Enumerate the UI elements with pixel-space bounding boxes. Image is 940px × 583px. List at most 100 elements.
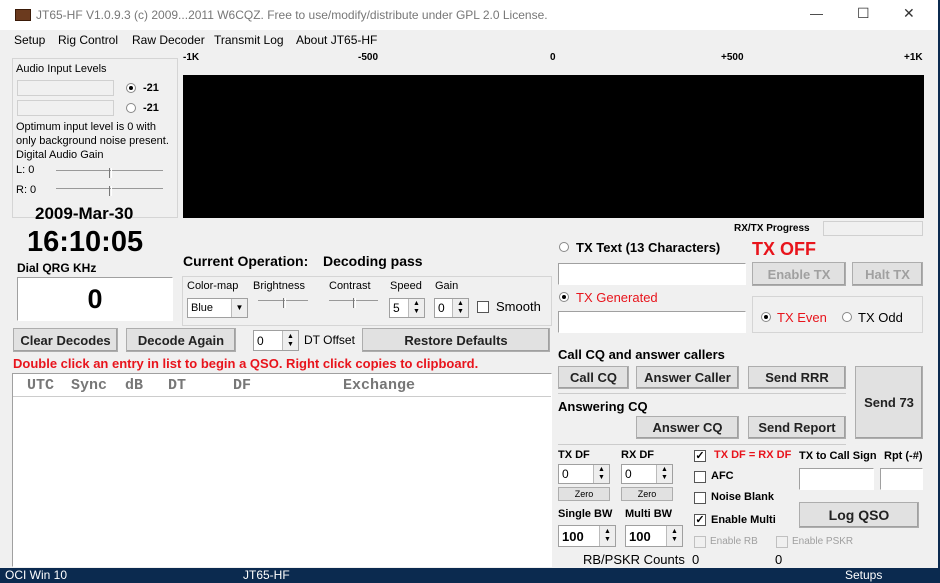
log-qso-button[interactable]: Log QSO xyxy=(799,502,919,528)
dt-offset-stepper[interactable]: 0 ▲ ▼ xyxy=(253,330,299,351)
menu-transmit-log[interactable]: Transmit Log xyxy=(214,33,284,47)
brightness-label: Brightness xyxy=(253,280,305,292)
operation-value: Decoding pass xyxy=(323,253,423,269)
spinner-arrows-icon[interactable]: ▲ ▼ xyxy=(593,465,609,483)
send-rrr-button[interactable]: Send RRR xyxy=(748,366,846,389)
answer-caller-label: Answer Caller xyxy=(644,370,731,385)
menu-setup[interactable]: Setup xyxy=(14,33,45,47)
single-bw-stepper[interactable]: 100 ▲ ▼ xyxy=(558,525,616,547)
close-button[interactable]: ✕ xyxy=(903,5,915,22)
txdf-eq-rxdf-label: TX DF = RX DF xyxy=(714,449,792,461)
colormap-select[interactable]: Blue ▼ xyxy=(187,298,248,318)
spinner-arrows-icon[interactable]: ▲ ▼ xyxy=(408,299,424,317)
answer-cq-label: Answer CQ xyxy=(652,420,723,435)
smooth-label: Smooth xyxy=(496,299,541,314)
afc-checkbox[interactable] xyxy=(694,471,706,483)
column-utc[interactable]: UTC xyxy=(27,377,54,394)
call-cq-button[interactable]: Call CQ xyxy=(558,366,629,389)
divider xyxy=(558,393,846,394)
rx-df-stepper[interactable]: 0 ▲ ▼ xyxy=(621,464,673,484)
clear-decodes-button[interactable]: Clear Decodes xyxy=(13,328,118,352)
menu-raw-decoder[interactable]: Raw Decoder xyxy=(132,33,205,47)
restore-defaults-label: Restore Defaults xyxy=(404,332,508,348)
right-gain-slider[interactable] xyxy=(56,186,163,196)
clear-decodes-label: Clear Decodes xyxy=(20,332,111,348)
colormap-label: Color-map xyxy=(187,280,239,292)
send-report-button[interactable]: Send Report xyxy=(748,416,846,439)
menu-about[interactable]: About JT65-HF xyxy=(296,33,377,47)
speed-value: 5 xyxy=(393,301,400,315)
send-73-button[interactable]: Send 73 xyxy=(855,366,923,439)
tx-even-radio[interactable] xyxy=(761,312,771,322)
enable-tx-button[interactable]: Enable TX xyxy=(752,262,846,286)
tx-generated-input[interactable] xyxy=(558,311,746,333)
dt-offset-label: DT Offset xyxy=(304,333,355,347)
enable-pskr-checkbox[interactable] xyxy=(776,536,788,548)
column-dt[interactable]: DT xyxy=(168,377,186,394)
left-gain-slider[interactable] xyxy=(56,168,163,178)
waterfall-display[interactable] xyxy=(183,75,924,218)
halt-tx-label: Halt TX xyxy=(865,266,910,282)
tx-df-stepper[interactable]: 0 ▲ ▼ xyxy=(558,464,610,484)
halt-tx-button[interactable]: Halt TX xyxy=(852,262,923,286)
tx-text-radio[interactable] xyxy=(559,242,569,252)
column-db[interactable]: dB xyxy=(125,377,143,394)
enable-rb-checkbox[interactable] xyxy=(694,536,706,548)
send-rrr-label: Send RRR xyxy=(765,370,829,385)
tx-text-input[interactable] xyxy=(558,263,746,285)
taskbar: OCI Win 10 JT65-HF Setups xyxy=(0,568,940,583)
single-bw-value: 100 xyxy=(562,528,584,544)
report-input[interactable] xyxy=(880,468,923,490)
taskbar-item[interactable]: Setups xyxy=(845,568,882,582)
call-cq-label: Call CQ xyxy=(570,370,617,385)
taskbar-item[interactable]: JT65-HF xyxy=(243,568,290,582)
spinner-arrows-icon[interactable]: ▲ ▼ xyxy=(656,465,672,483)
spinner-arrows-icon[interactable]: ▲ ▼ xyxy=(666,526,682,546)
enable-multi-checkbox[interactable]: ✓ xyxy=(694,514,706,526)
column-exchange[interactable]: Exchange xyxy=(343,377,415,394)
afc-label: AFC xyxy=(711,470,734,482)
left-level-value: -21 xyxy=(143,82,159,94)
smooth-checkbox[interactable] xyxy=(477,301,489,313)
colormap-value: Blue xyxy=(191,302,214,314)
tx-odd-label: TX Odd xyxy=(858,310,903,325)
rx-df-zero-button[interactable]: Zero xyxy=(621,487,673,501)
spinner-arrows-icon[interactable]: ▲ ▼ xyxy=(599,526,615,546)
answer-cq-button[interactable]: Answer CQ xyxy=(636,416,739,439)
spinner-arrows-icon[interactable]: ▲ ▼ xyxy=(282,331,298,350)
utc-time: 16:10:05 xyxy=(27,226,144,258)
right-channel-radio[interactable] xyxy=(126,103,136,113)
tx-df-zero-button[interactable]: Zero xyxy=(558,487,610,501)
decode-again-button[interactable]: Decode Again xyxy=(126,328,236,352)
minimize-button[interactable]: — xyxy=(810,6,823,21)
noise-blank-checkbox[interactable] xyxy=(694,492,706,504)
brightness-slider[interactable] xyxy=(258,298,308,308)
menu-rig-control[interactable]: Rig Control xyxy=(58,33,118,47)
progress-label: RX/TX Progress xyxy=(734,223,810,234)
tx-call-sign-label: TX to Call Sign xyxy=(799,450,877,462)
txdf-eq-rxdf-checkbox[interactable]: ✓ xyxy=(694,450,706,462)
decode-hint: Double click an entry in list to begin a… xyxy=(13,356,479,371)
tx-call-sign-input[interactable] xyxy=(799,468,874,490)
column-df[interactable]: DF xyxy=(233,377,251,394)
progress-bar xyxy=(823,221,923,236)
gain-stepper[interactable]: 0 ▲ ▼ xyxy=(434,298,469,318)
chevron-down-icon[interactable]: ▼ xyxy=(231,299,247,317)
tx-generated-radio[interactable] xyxy=(559,292,569,302)
speed-stepper[interactable]: 5 ▲ ▼ xyxy=(389,298,425,318)
maximize-button[interactable]: ☐ xyxy=(857,5,870,22)
multi-bw-stepper[interactable]: 100 ▲ ▼ xyxy=(625,525,683,547)
decode-list[interactable]: UTC Sync dB DT DF Exchange xyxy=(12,373,552,567)
restore-defaults-button[interactable]: Restore Defaults xyxy=(362,328,550,352)
dial-frequency-field[interactable]: 0 xyxy=(17,277,173,321)
left-channel-radio[interactable] xyxy=(126,83,136,93)
answer-caller-button[interactable]: Answer Caller xyxy=(636,366,739,389)
contrast-slider[interactable] xyxy=(329,298,378,308)
tx-odd-radio[interactable] xyxy=(842,312,852,322)
send-report-label: Send Report xyxy=(758,420,836,435)
taskbar-item[interactable]: OCI Win 10 xyxy=(5,568,67,582)
spinner-arrows-icon[interactable]: ▲ ▼ xyxy=(452,299,468,317)
column-sync[interactable]: Sync xyxy=(71,377,107,394)
zero-label: Zero xyxy=(574,489,594,499)
rx-df-value: 0 xyxy=(625,467,632,481)
